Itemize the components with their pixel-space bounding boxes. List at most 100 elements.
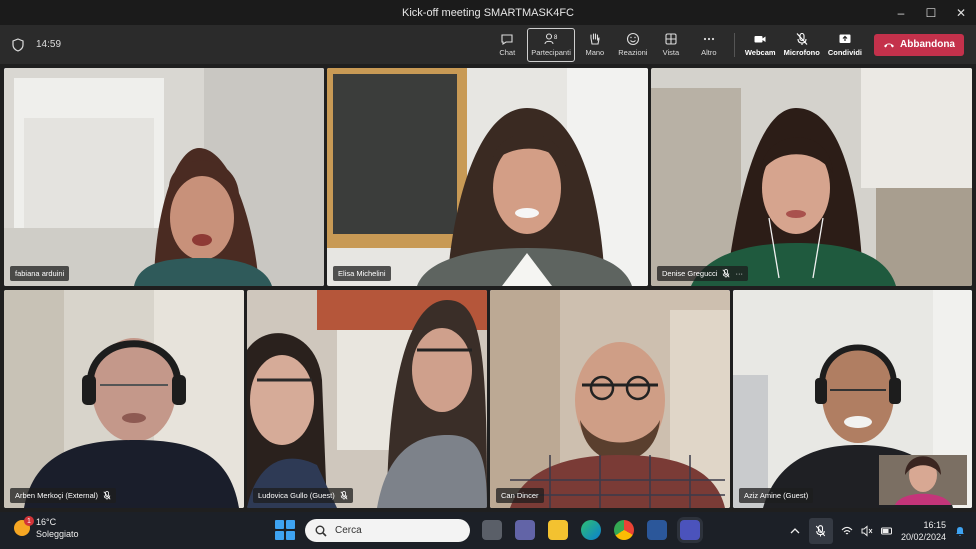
notification-badge: 1 bbox=[24, 516, 34, 526]
video-feed bbox=[247, 290, 487, 508]
participant-name: Can Dincer bbox=[501, 491, 539, 500]
chat-icon bbox=[501, 34, 513, 46]
meeting-toolbar: 14:59 Chat 8 Partecipanti Mano Reazioni … bbox=[0, 25, 976, 64]
more-button[interactable]: Altro bbox=[691, 28, 727, 62]
video-feed bbox=[651, 68, 972, 286]
raise-hand-label: Mano bbox=[585, 48, 605, 57]
battery-icon[interactable] bbox=[880, 525, 893, 537]
participant-tile[interactable]: fabiana arduini bbox=[4, 68, 324, 286]
weather-widget[interactable]: 1 16°C Soleggiato bbox=[14, 516, 79, 540]
video-feed bbox=[733, 290, 972, 508]
task-view-icon[interactable] bbox=[482, 520, 502, 540]
more-icon bbox=[703, 37, 714, 41]
participant-name-tag: Arben Merkoçi (External) bbox=[10, 488, 116, 503]
maximize-button[interactable]: ☐ bbox=[916, 0, 946, 25]
participant-name: Denise Gregucci bbox=[662, 269, 718, 278]
chat-label: Chat bbox=[499, 48, 516, 57]
participant-more-button[interactable]: ··· bbox=[735, 269, 743, 278]
participants-button[interactable]: 8 Partecipanti bbox=[527, 27, 575, 62]
close-button[interactable]: ✕ bbox=[946, 0, 976, 25]
phone-hangup-icon bbox=[884, 43, 894, 47]
clock-time: 16:15 bbox=[923, 519, 946, 530]
window-controls: – ☐ ✕ bbox=[886, 0, 976, 25]
reactions-label: Reazioni bbox=[618, 48, 648, 57]
participants-count: 8 bbox=[554, 35, 558, 41]
participant-name: Ludovica Gullo (Guest) bbox=[258, 491, 335, 500]
leave-label: Abbandona bbox=[900, 39, 955, 50]
chat-button[interactable]: Chat bbox=[489, 28, 525, 62]
participant-tile[interactable]: Arben Merkoçi (External) bbox=[4, 290, 244, 508]
view-button[interactable]: Vista bbox=[653, 28, 689, 62]
leave-button[interactable]: Abbandona bbox=[874, 33, 964, 56]
chrome-browser-icon[interactable] bbox=[614, 520, 634, 540]
mic-off-icon bbox=[796, 32, 808, 45]
chevron-up-icon[interactable] bbox=[789, 525, 801, 537]
raise-hand-button[interactable]: Mano bbox=[577, 28, 613, 62]
mic-off-icon[interactable] bbox=[808, 517, 833, 544]
more-label: Altro bbox=[701, 48, 717, 57]
notifications-bell-icon[interactable] bbox=[954, 525, 966, 537]
share-icon bbox=[839, 34, 851, 43]
participant-name: Arben Merkoçi (External) bbox=[15, 491, 98, 500]
webcam-label: Webcam bbox=[744, 48, 776, 57]
mic-off-icon bbox=[722, 269, 730, 278]
word-icon[interactable] bbox=[647, 520, 667, 540]
shield-icon bbox=[12, 37, 24, 52]
participant-tile[interactable]: Can Dincer bbox=[490, 290, 730, 508]
search-icon bbox=[315, 525, 327, 537]
participant-name-tag: Denise Gregucci ··· bbox=[657, 266, 748, 281]
toolbar-divider bbox=[733, 32, 735, 57]
participant-tile[interactable]: Denise Gregucci ··· bbox=[651, 68, 972, 286]
video-feed bbox=[4, 290, 244, 508]
video-grid: fabiana arduini Elisa Michelini Denise G… bbox=[0, 64, 976, 512]
window-title: Kick-off meeting SMARTMASK4FC bbox=[402, 6, 574, 19]
mic-off-icon bbox=[340, 491, 348, 500]
participants-label: Partecipanti bbox=[531, 48, 571, 57]
participant-name-tag: fabiana arduini bbox=[10, 266, 70, 281]
participant-tile[interactable]: Aziz Amine (Guest) bbox=[733, 290, 972, 508]
teams-chat-icon[interactable] bbox=[515, 520, 535, 540]
file-explorer-icon[interactable] bbox=[548, 520, 568, 540]
mic-off-icon bbox=[103, 491, 111, 500]
edge-browser-icon[interactable] bbox=[581, 520, 601, 540]
participant-name: fabiana arduini bbox=[15, 269, 65, 278]
meeting-timer: 14:59 bbox=[36, 39, 62, 50]
participant-tile[interactable]: Ludovica Gullo (Guest) bbox=[247, 290, 487, 508]
taskbar-search[interactable]: Cerca bbox=[305, 519, 470, 542]
view-icon bbox=[665, 33, 677, 45]
teams-icon[interactable] bbox=[680, 520, 700, 540]
search-placeholder: Cerca bbox=[335, 525, 362, 536]
video-feed bbox=[490, 290, 730, 508]
reactions-button[interactable]: Reazioni bbox=[615, 28, 651, 62]
video-feed bbox=[4, 68, 324, 286]
participant-name-tag: Aziz Amine (Guest) bbox=[739, 488, 814, 503]
participants-icon: 8 bbox=[544, 33, 558, 45]
speaker-muted-icon[interactable] bbox=[861, 524, 873, 537]
weather-temperature: 16°C bbox=[36, 517, 57, 527]
sun-icon: 1 bbox=[14, 516, 34, 536]
system-clock[interactable]: 16:15 20/02/2024 bbox=[901, 519, 946, 543]
wifi-icon[interactable] bbox=[841, 525, 853, 537]
minimize-button[interactable]: – bbox=[886, 0, 916, 25]
participant-name: Aziz Amine (Guest) bbox=[744, 491, 809, 500]
system-tray: 16:15 20/02/2024 bbox=[789, 512, 966, 549]
weather-description: Soleggiato bbox=[36, 529, 79, 539]
clock-date: 20/02/2024 bbox=[900, 531, 946, 542]
microphone-label: Microfono bbox=[783, 48, 820, 57]
microphone-button[interactable]: Microfono bbox=[781, 28, 823, 62]
webcam-button[interactable]: Webcam bbox=[742, 28, 779, 62]
participant-name-tag: Can Dincer bbox=[496, 488, 544, 503]
participant-name-tag: Elisa Michelini bbox=[333, 266, 391, 281]
camera-icon bbox=[754, 36, 766, 43]
start-button[interactable] bbox=[275, 520, 295, 540]
taskbar: 1 16°C Soleggiato Cerca 16:15 20/02/2024 bbox=[0, 512, 976, 549]
reactions-icon bbox=[626, 32, 639, 46]
view-label: Vista bbox=[662, 48, 680, 57]
share-label: Condividi bbox=[827, 48, 862, 57]
raise-hand-icon bbox=[590, 33, 600, 45]
title-bar: Kick-off meeting SMARTMASK4FC – ☐ ✕ bbox=[0, 0, 976, 25]
share-button[interactable]: Condividi bbox=[825, 28, 865, 62]
participant-name: Elisa Michelini bbox=[338, 269, 386, 278]
video-feed bbox=[327, 68, 648, 286]
participant-tile[interactable]: Elisa Michelini bbox=[327, 68, 648, 286]
